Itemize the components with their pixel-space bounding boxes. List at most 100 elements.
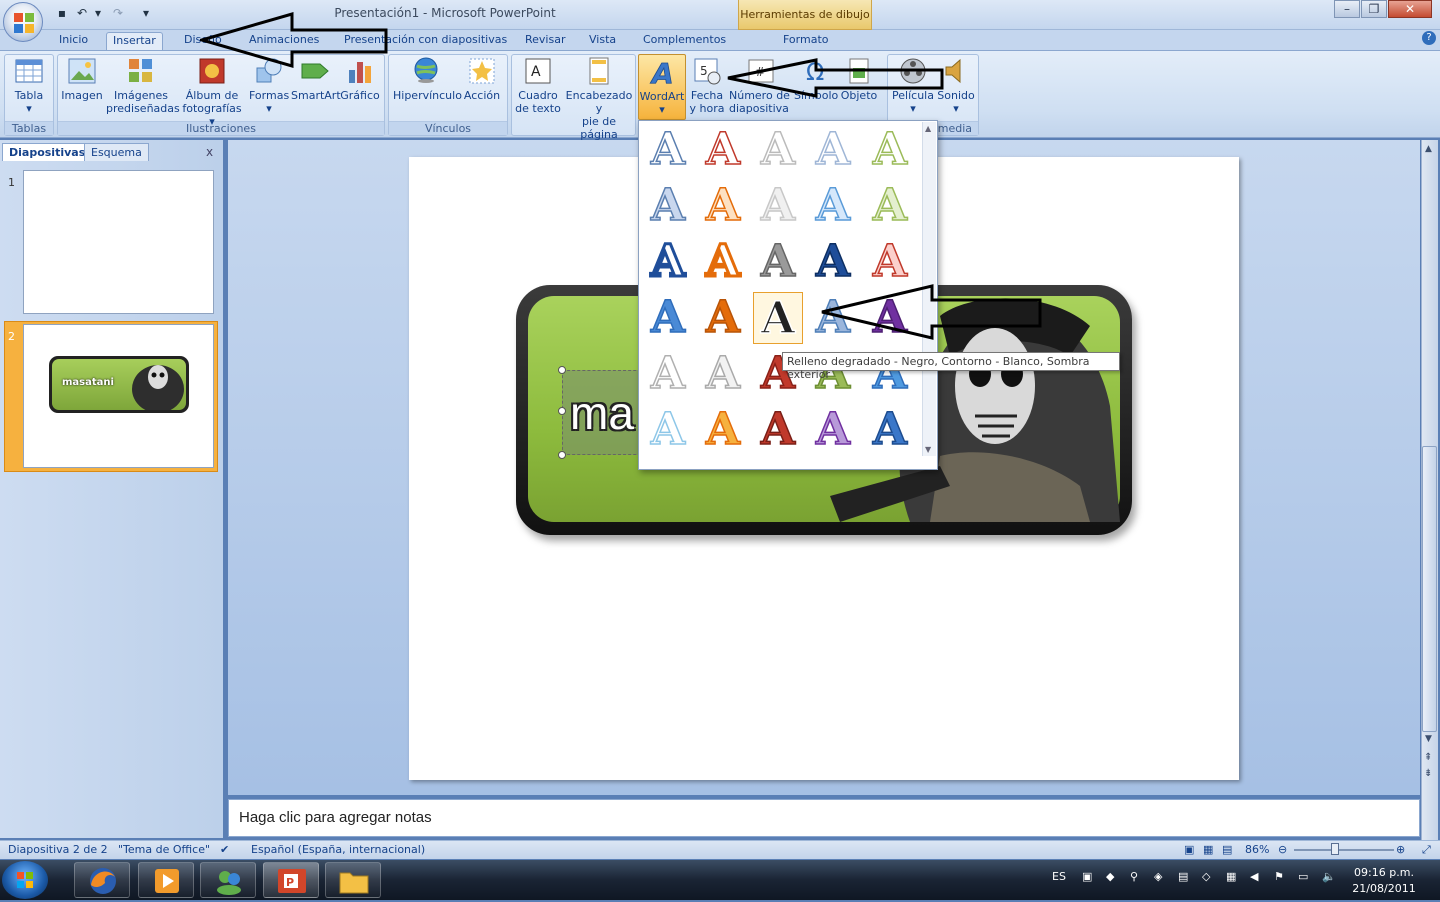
- theme-name: "Tema de Office": [118, 843, 211, 856]
- messenger-icon: [217, 871, 241, 895]
- scroll-up-icon[interactable]: ▲: [1425, 144, 1432, 154]
- wordart-style-2-5[interactable]: A: [865, 179, 915, 232]
- language-indicator[interactable]: ES: [1052, 870, 1066, 883]
- taskbar-messenger[interactable]: [200, 862, 256, 898]
- wordart-style-3-3[interactable]: A: [753, 235, 803, 288]
- wordart-style-1-5[interactable]: A: [865, 123, 915, 176]
- imagen-button[interactable]: Imagen: [61, 56, 103, 102]
- textbox-text[interactable]: ma: [570, 386, 634, 440]
- wordart-style-3-1[interactable]: A: [643, 235, 693, 289]
- slide-sorter-icon[interactable]: ▦: [1203, 843, 1213, 856]
- resize-handle[interactable]: [558, 451, 566, 459]
- zoom-level[interactable]: 86%: [1245, 843, 1269, 856]
- zoom-slider[interactable]: [1294, 849, 1394, 851]
- nvidia-icon[interactable]: ◆: [1106, 870, 1114, 883]
- wordart-style-3-2[interactable]: A: [698, 235, 748, 289]
- tray-icon[interactable]: ▣: [1082, 870, 1092, 883]
- wordart-style-6-2[interactable]: A: [698, 403, 748, 456]
- slide-thumbnail-1[interactable]: [23, 170, 214, 314]
- office-button[interactable]: [3, 2, 43, 42]
- tab-slides[interactable]: Diapositivas: [2, 143, 93, 161]
- wordart-style-3-5[interactable]: A: [865, 235, 915, 288]
- wordart-style-2-3[interactable]: A: [753, 179, 803, 232]
- wordart-style-4-3[interactable]: A: [753, 292, 803, 345]
- action-center-flag-icon[interactable]: ⚑: [1274, 870, 1284, 883]
- volume-icon[interactable]: 🔈: [1322, 870, 1336, 883]
- zoom-slider-thumb[interactable]: [1331, 843, 1339, 855]
- network-app-icon[interactable]: ◈: [1154, 870, 1162, 883]
- normal-view-icon[interactable]: ▣: [1184, 843, 1194, 856]
- wordart-style-2-1[interactable]: A: [643, 179, 693, 232]
- close-panel-icon[interactable]: x: [206, 145, 213, 159]
- wordart-style-2-2[interactable]: A: [698, 179, 748, 232]
- taskbar-media-player[interactable]: [138, 862, 194, 898]
- tab-revisar[interactable]: Revisar: [519, 32, 571, 50]
- language-status[interactable]: Español (España, internacional): [251, 843, 425, 856]
- action-star-icon: [469, 58, 495, 84]
- fecha-y-hora-button[interactable]: 5 Fecha y hora: [688, 56, 726, 115]
- tray-icon[interactable]: ▤: [1178, 870, 1188, 883]
- tabla-label: Tabla: [14, 89, 44, 102]
- wordart-style-6-5[interactable]: A: [865, 403, 915, 456]
- wordart-style-3-4[interactable]: A: [808, 235, 858, 288]
- resize-handle[interactable]: [558, 366, 566, 374]
- next-slide-icon[interactable]: ⇟: [1424, 768, 1432, 779]
- tray-icon[interactable]: ◇: [1202, 870, 1210, 883]
- tab-inicio[interactable]: Inicio: [53, 32, 94, 50]
- svg-text:A: A: [650, 57, 674, 87]
- fit-to-window-icon[interactable]: ⤢: [1422, 843, 1431, 857]
- clock-time[interactable]: 09:16 p.m.: [1349, 866, 1419, 879]
- scroll-up-icon[interactable]: ▲: [925, 124, 931, 133]
- accion-button[interactable]: Acción: [462, 56, 502, 102]
- notes-pane[interactable]: Haga clic para agregar notas: [228, 799, 1420, 837]
- tab-formato[interactable]: Formato: [777, 32, 835, 50]
- zoom-out-icon[interactable]: ⊖: [1278, 843, 1287, 856]
- scroll-down-icon[interactable]: ▼: [925, 445, 931, 454]
- scroll-thumb[interactable]: [1422, 446, 1437, 732]
- wordart-style-5-2[interactable]: A: [698, 347, 748, 400]
- annotation-arrow: [727, 58, 944, 98]
- wordart-label: WordArt: [639, 90, 685, 103]
- wordart-style-4-2[interactable]: A: [698, 291, 748, 344]
- scroll-down-icon[interactable]: ▼: [1425, 734, 1432, 744]
- tray-icon[interactable]: ▦: [1226, 870, 1236, 883]
- tab-outline[interactable]: Esquema: [84, 143, 149, 161]
- wordart-style-1-2[interactable]: A: [698, 123, 748, 176]
- wordart-style-2-4[interactable]: A: [808, 179, 858, 232]
- maximize-button[interactable]: ❐: [1361, 0, 1387, 18]
- clock-date[interactable]: 21/08/2011: [1349, 882, 1419, 895]
- wordart-button[interactable]: A WordArt ▾: [638, 54, 686, 120]
- minimize-button[interactable]: –: [1334, 0, 1360, 18]
- network-icon[interactable]: ▭: [1298, 870, 1308, 883]
- previous-slide-icon[interactable]: ⇞: [1424, 752, 1432, 763]
- help-icon[interactable]: ?: [1422, 31, 1436, 45]
- close-button[interactable]: ✕: [1388, 0, 1432, 18]
- wordart-style-5-1[interactable]: A: [643, 347, 693, 400]
- encabezado-button[interactable]: Encabezado y pie de página: [563, 56, 635, 141]
- tray-icon[interactable]: ◀: [1250, 870, 1258, 883]
- hipervinculo-button[interactable]: Hipervínculo: [393, 56, 462, 102]
- slideshow-icon[interactable]: ▤: [1222, 843, 1232, 856]
- spellcheck-icon[interactable]: ✔: [220, 843, 229, 856]
- taskbar-explorer[interactable]: [325, 862, 381, 898]
- tabla-button[interactable]: Tabla ▾: [10, 56, 48, 115]
- wordart-style-4-1[interactable]: A: [643, 291, 693, 344]
- wordart-style-6-4[interactable]: A: [808, 403, 858, 456]
- start-button[interactable]: [2, 861, 48, 899]
- tab-complementos[interactable]: Complementos: [637, 32, 732, 50]
- taskbar-powerpoint[interactable]: P: [263, 862, 319, 898]
- wordart-style-1-1[interactable]: A: [643, 123, 693, 176]
- resize-handle[interactable]: [558, 407, 566, 415]
- wordart-style-6-3[interactable]: A: [753, 403, 803, 456]
- taskbar-firefox[interactable]: [74, 862, 130, 898]
- zoom-in-icon[interactable]: ⊕: [1396, 843, 1405, 856]
- tab-vista[interactable]: Vista: [583, 32, 622, 50]
- usb-icon[interactable]: ⚲: [1130, 870, 1138, 883]
- tab-insertar[interactable]: Insertar: [106, 32, 163, 50]
- wordart-style-6-1[interactable]: A: [643, 403, 693, 456]
- wordart-style-1-4[interactable]: A: [808, 123, 858, 176]
- cuadro-de-texto-button[interactable]: A Cuadro de texto: [515, 56, 561, 115]
- imagenes-label-2: prediseñadas: [106, 102, 180, 115]
- imagenes-prediseñadas-button[interactable]: Imágenes prediseñadas: [106, 56, 180, 115]
- wordart-style-1-3[interactable]: A: [753, 123, 803, 176]
